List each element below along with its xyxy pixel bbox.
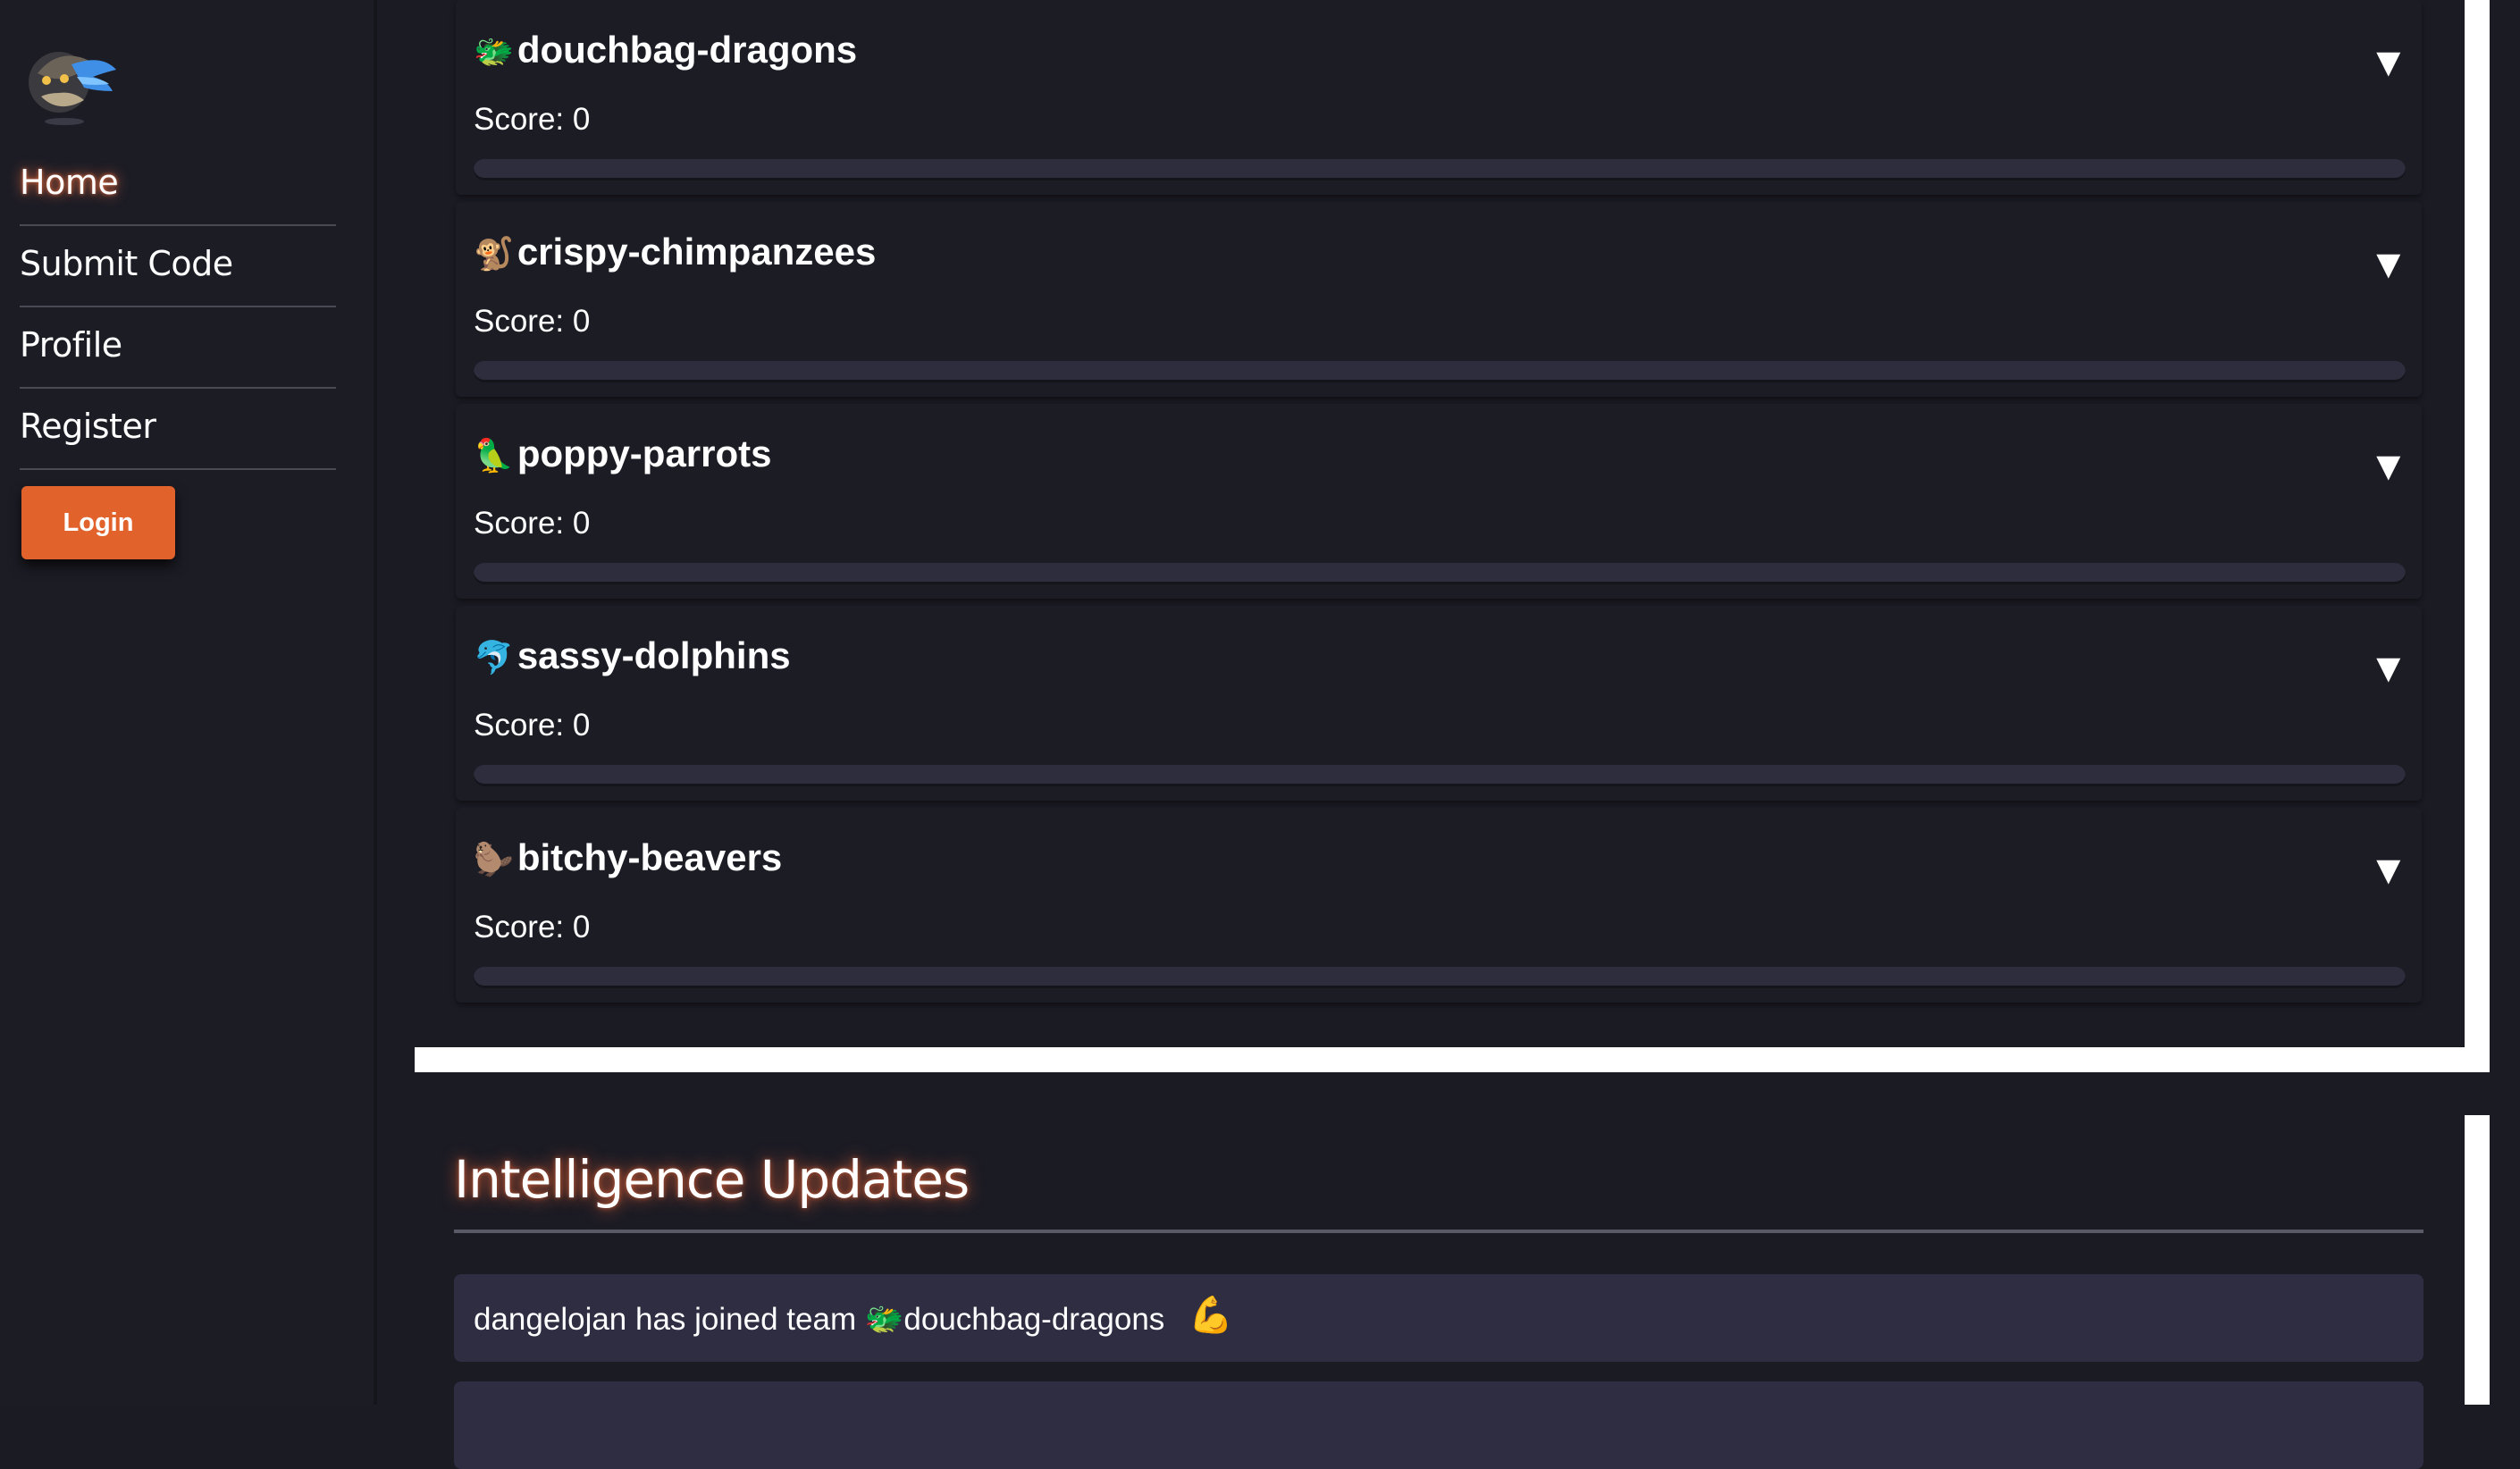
team-score: Score: 0 — [474, 304, 591, 339]
update-item: dangelojan has joined team 🐲douchbag-dra… — [454, 1274, 2423, 1362]
dolphin-icon: 🐬 — [474, 639, 514, 676]
team-score: Score: 0 — [474, 910, 591, 944]
chevron-down-icon[interactable]: ▼ — [2368, 849, 2409, 890]
team-name: 🦜poppy-parrots — [474, 432, 772, 475]
monkey-icon: 🐒 — [474, 235, 514, 272]
section-title: Intelligence Updates — [454, 1149, 970, 1210]
nav-item-submit-code[interactable]: Submit Code — [20, 226, 336, 307]
login-button[interactable]: Login — [21, 486, 175, 559]
score-progress-bar — [474, 563, 2406, 584]
section-divider — [454, 1230, 2423, 1233]
team-name: 🐒crispy-chimpanzees — [474, 231, 876, 273]
team-score: Score: 0 — [474, 708, 591, 743]
team-score: Score: 0 — [474, 102, 591, 137]
team-card-douchbag-dragons: 🐲douchbag-dragons Score: 0 ▼ — [456, 0, 2422, 195]
chevron-down-icon[interactable]: ▼ — [2368, 445, 2409, 486]
flexed-biceps-icon: 💪 — [1189, 1296, 1233, 1335]
chevron-down-icon[interactable]: ▼ — [2368, 647, 2409, 688]
beaver-icon: 🦫 — [474, 841, 514, 877]
team-name: 🐬sassy-dolphins — [474, 634, 791, 677]
chevron-down-icon[interactable]: ▼ — [2368, 41, 2409, 82]
intel-border-right — [2465, 1115, 2490, 1405]
team-name-label: douchbag-dragons — [517, 29, 858, 71]
main-nav: Home Submit Code Profile Register — [20, 145, 336, 470]
team-name-label: crispy-chimpanzees — [517, 231, 877, 273]
team-card-bitchy-beavers: 🦫bitchy-beavers Score: 0 ▼ — [456, 808, 2422, 1003]
update-text: dangelojan has joined team 🐲douchbag-dra… — [474, 1302, 1165, 1337]
team-score: Score: 0 — [474, 506, 591, 541]
score-progress-bar — [474, 967, 2406, 988]
nav-item-profile[interactable]: Profile — [20, 307, 336, 389]
panel-border-right — [2465, 0, 2490, 1072]
nav-item-home[interactable]: Home — [20, 145, 336, 226]
team-card-sassy-dolphins: 🐬sassy-dolphins Score: 0 ▼ — [456, 606, 2422, 801]
team-name-label: bitchy-beavers — [517, 836, 783, 878]
team-name-label: poppy-parrots — [517, 432, 772, 474]
team-name: 🦫bitchy-beavers — [474, 836, 782, 879]
score-progress-bar — [474, 361, 2406, 382]
nav-item-register[interactable]: Register — [20, 389, 336, 470]
update-item — [454, 1381, 2423, 1469]
team-name: 🐲douchbag-dragons — [474, 29, 857, 71]
team-name-label: sassy-dolphins — [517, 634, 791, 676]
team-card-poppy-parrots: 🦜poppy-parrots Score: 0 ▼ — [456, 404, 2422, 599]
logo-icon[interactable] — [20, 38, 120, 127]
dragon-icon: 🐲 — [474, 33, 514, 70]
chevron-down-icon[interactable]: ▼ — [2368, 243, 2409, 284]
score-progress-bar — [474, 159, 2406, 180]
sidebar: Home Submit Code Profile Register Login — [0, 0, 377, 1405]
team-card-crispy-chimpanzees: 🐒crispy-chimpanzees Score: 0 ▼ — [456, 202, 2422, 397]
panel-border-bottom — [415, 1047, 2490, 1072]
parrot-icon: 🦜 — [474, 437, 514, 474]
score-progress-bar — [474, 765, 2406, 786]
